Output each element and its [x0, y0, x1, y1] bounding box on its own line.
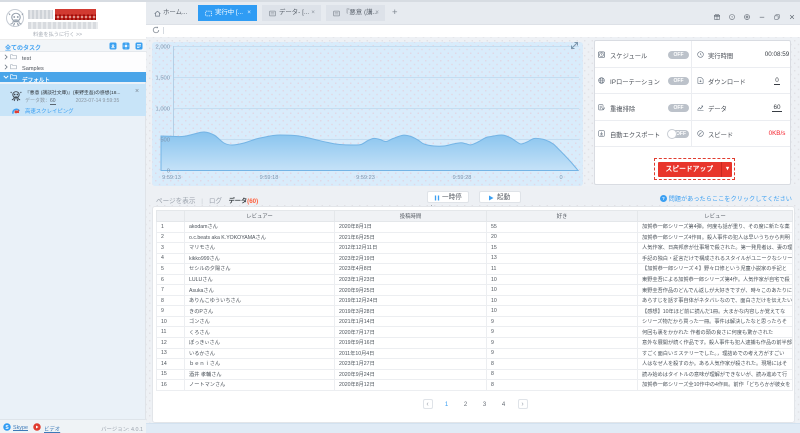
svg-text:?: ? — [662, 196, 665, 201]
svg-text:500: 500 — [160, 138, 170, 144]
svg-text:9:59:23: 9:59:23 — [356, 175, 375, 181]
svg-text:1,000: 1,000 — [155, 107, 170, 113]
svg-text:0: 0 — [559, 175, 562, 181]
svg-text:9:59:18: 9:59:18 — [260, 175, 279, 181]
svg-text:9:59:28: 9:59:28 — [453, 175, 472, 181]
svg-text:1,500: 1,500 — [155, 76, 170, 82]
svg-text:9:59:13: 9:59:13 — [162, 175, 181, 181]
svg-text:0: 0 — [167, 169, 170, 175]
svg-text:2,000: 2,000 — [155, 45, 170, 51]
svg-text:?: ? — [731, 15, 733, 19]
